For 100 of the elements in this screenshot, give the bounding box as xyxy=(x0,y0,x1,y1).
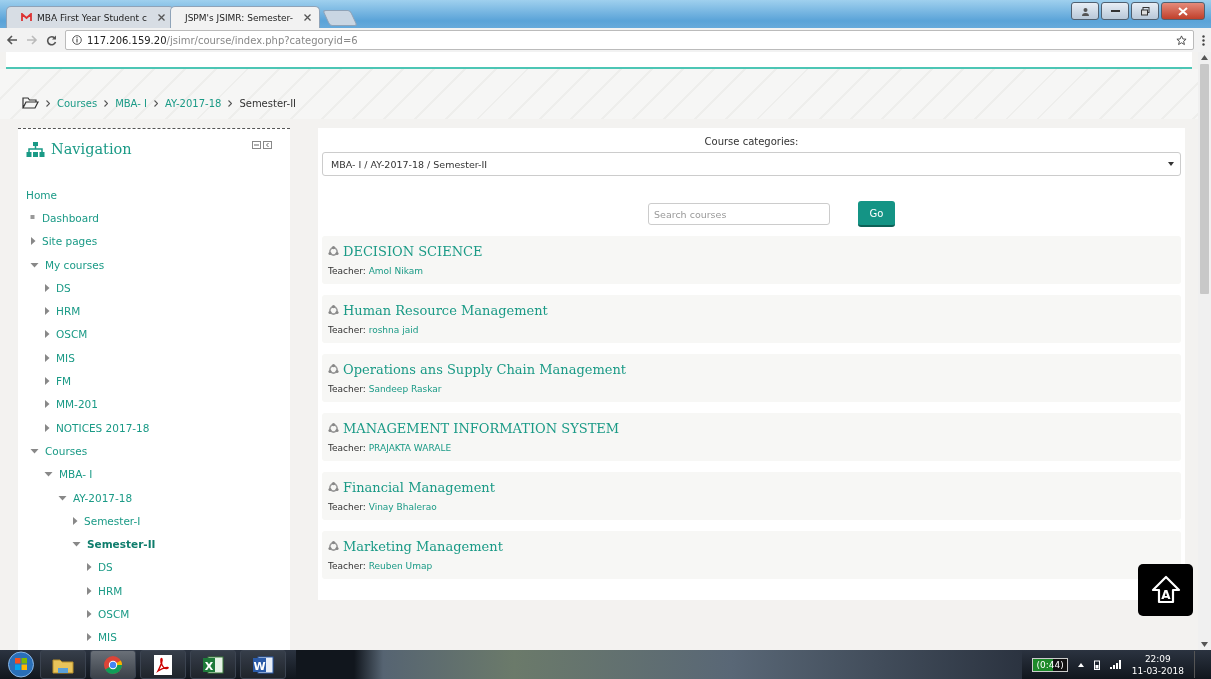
battery-indicator[interactable]: (0:44) xyxy=(1032,657,1068,672)
profile-button[interactable] xyxy=(1071,2,1099,20)
breadcrumb-link[interactable]: AY-2017-18 xyxy=(165,97,222,109)
course-title-link[interactable]: Human Resource Management xyxy=(343,302,548,318)
course-icon xyxy=(328,422,339,434)
nav-link[interactable]: Semester-I xyxy=(84,514,141,527)
caret-right-icon[interactable] xyxy=(86,633,92,642)
caret-right-icon[interactable] xyxy=(44,400,50,409)
teacher-link[interactable]: Vinay Bhalerao xyxy=(368,502,437,512)
signal-icon[interactable] xyxy=(1109,660,1122,669)
teacher-link[interactable]: PRAJAKTA WARALE xyxy=(368,443,452,453)
address-bar[interactable]: 117.206.159.20/jsimr/course/index.php?categoryid=6 xyxy=(65,30,1194,50)
course-title-link[interactable]: Operations ans Supply Chain Management xyxy=(343,361,627,377)
teacher-link[interactable]: roshna jaid xyxy=(368,325,419,335)
scroll-down-icon[interactable] xyxy=(1201,642,1208,647)
search-field[interactable]: Search courses xyxy=(648,203,830,225)
go-button[interactable]: Go xyxy=(858,201,895,227)
taskbar-app[interactable]: W xyxy=(240,650,286,679)
nav-link[interactable]: OSCM xyxy=(56,328,88,341)
course-title-link[interactable]: Financial Management xyxy=(343,479,495,495)
scroll-up-icon[interactable] xyxy=(1201,55,1208,60)
accessibility-button[interactable]: A xyxy=(1138,564,1193,616)
browser-icon xyxy=(103,654,123,675)
battery-icon[interactable] xyxy=(1093,659,1100,670)
folder-icon[interactable] xyxy=(22,97,39,109)
caret-right-icon[interactable] xyxy=(86,563,92,572)
mail-icon xyxy=(21,13,32,22)
teacher-label: Teacher: xyxy=(328,561,366,571)
teacher-label: Teacher: xyxy=(328,325,366,335)
chevron-icon xyxy=(228,99,233,107)
caret-down-icon[interactable] xyxy=(58,493,67,502)
taskbar-app[interactable]: X xyxy=(190,650,236,679)
nav-link[interactable]: Dashboard xyxy=(42,211,99,224)
back-icon[interactable] xyxy=(6,35,18,45)
taskbar-app[interactable] xyxy=(140,650,186,679)
nav-link[interactable]: Site pages xyxy=(42,235,98,248)
nav-link[interactable]: DS xyxy=(98,561,113,574)
nav-link[interactable]: Courses xyxy=(45,444,88,457)
caret-down-icon[interactable] xyxy=(30,446,39,455)
star-icon[interactable] xyxy=(1176,34,1187,46)
teacher-link[interactable]: Amol Nikam xyxy=(368,266,424,276)
nav-link[interactable]: HRM xyxy=(56,305,81,318)
caret-down-icon[interactable] xyxy=(30,260,39,269)
close-icon[interactable] xyxy=(158,14,165,21)
nav-link[interactable]: MM-201 xyxy=(56,398,98,411)
caret-right-icon[interactable] xyxy=(44,283,50,292)
caret-down-icon[interactable] xyxy=(72,540,81,549)
course-icon xyxy=(328,304,339,316)
teacher-link[interactable]: Sandeep Raskar xyxy=(368,384,442,394)
taskbar-app[interactable] xyxy=(40,650,86,679)
menu-icon[interactable] xyxy=(1202,34,1205,46)
caret-right-icon[interactable] xyxy=(72,516,78,525)
nav-link[interactable]: HRM xyxy=(98,584,123,597)
nav-link[interactable]: NOTICES 2017-18 xyxy=(56,421,150,434)
dock-block-icon[interactable] xyxy=(263,141,272,149)
teacher-label: Teacher: xyxy=(328,502,366,512)
caret-up-icon[interactable] xyxy=(1077,662,1084,667)
chevron-icon xyxy=(104,99,109,107)
caret-right-icon[interactable] xyxy=(86,610,92,618)
nav-link[interactable]: MIS xyxy=(56,351,75,364)
caret-right-icon[interactable] xyxy=(44,330,50,339)
teacher-label: Teacher: xyxy=(328,266,366,276)
minimize-block-icon[interactable] xyxy=(252,141,261,149)
nav-link[interactable]: AY-2017-18 xyxy=(73,491,133,504)
caret-right-icon[interactable] xyxy=(44,307,50,316)
clock-time: 22:09 xyxy=(1143,652,1172,665)
breadcrumb-link[interactable]: Courses xyxy=(57,97,98,109)
caret-right-icon[interactable] xyxy=(44,423,50,432)
close-icon xyxy=(1178,6,1188,16)
teacher-link[interactable]: Reuben Umap xyxy=(368,561,433,571)
restore-button[interactable] xyxy=(1131,2,1159,20)
caret-right-icon[interactable] xyxy=(30,237,36,246)
minimize-button[interactable] xyxy=(1101,2,1129,20)
course-title-link[interactable]: DECISION SCIENCE xyxy=(343,243,483,259)
nav-link[interactable]: MIS xyxy=(98,631,117,644)
caret-down-icon[interactable] xyxy=(44,470,53,479)
nav-link[interactable]: My courses xyxy=(45,258,105,271)
nav-link[interactable]: MBA- I xyxy=(59,468,93,481)
nav-link[interactable]: Semester-II xyxy=(87,538,156,551)
close-button[interactable] xyxy=(1161,2,1205,20)
caret-right-icon[interactable] xyxy=(86,586,92,595)
reload-icon[interactable] xyxy=(46,34,57,46)
course-icon xyxy=(328,363,339,375)
breadcrumb-link[interactable]: MBA- I xyxy=(115,97,147,109)
browser-tab[interactable]: JSPM's JSIMR: Semester- xyxy=(170,6,320,28)
course-title-link[interactable]: MANAGEMENT INFORMATION SYSTEM xyxy=(343,420,620,436)
teacher-label: Teacher: xyxy=(328,384,366,394)
start-button[interactable] xyxy=(6,651,36,678)
nav-link[interactable]: FM xyxy=(56,375,72,387)
caret-down-icon xyxy=(1168,162,1174,166)
caret-right-icon[interactable] xyxy=(44,353,50,362)
category-dropdown[interactable]: MBA- I / AY-2017-18 / Semester-II xyxy=(322,152,1181,176)
caret-right-icon[interactable] xyxy=(44,377,50,385)
clock-date: 11-03-2018 xyxy=(1131,664,1184,677)
nav-link[interactable]: Home xyxy=(26,188,57,201)
close-icon[interactable] xyxy=(304,14,311,21)
course-title-link[interactable]: Marketing Management xyxy=(343,538,503,554)
new-tab-button[interactable] xyxy=(322,10,358,26)
nav-link[interactable]: OSCM xyxy=(98,608,130,620)
nav-link[interactable]: DS xyxy=(56,281,71,294)
